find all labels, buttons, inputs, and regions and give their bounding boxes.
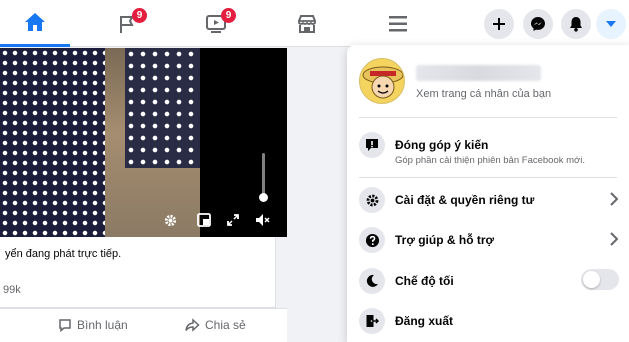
chevron-right-icon — [610, 232, 619, 246]
fullscreen-button[interactable] — [224, 211, 242, 229]
help-icon-circle — [359, 227, 385, 253]
settings-privacy-item[interactable]: Cài đặt & quyền riêng tư — [359, 182, 621, 218]
home-tab[interactable] — [0, 0, 70, 47]
feedback-subtitle: Góp phần cải thiện phiên bản Facebook mớ… — [395, 155, 586, 166]
share-icon — [185, 318, 200, 332]
home-icon — [25, 13, 45, 31]
dark-mode-icon-circle — [359, 268, 385, 294]
share-label: Chia sẻ — [205, 318, 246, 332]
dark-mode-item[interactable]: Chế độ tối — [359, 263, 621, 299]
feedback-item[interactable]: Đóng góp ý kiến Góp phần cải thiện phiên… — [359, 127, 621, 166]
marketplace-tab[interactable] — [272, 0, 342, 47]
video-frame-fabric — [125, 48, 200, 168]
video-frame-dark — [200, 48, 287, 237]
logout-item[interactable]: Đăng xuất — [359, 303, 621, 339]
notifications-button[interactable] — [561, 9, 591, 39]
divider — [359, 117, 617, 118]
share-button[interactable]: Chia sẻ — [185, 318, 246, 332]
menu-tab[interactable] — [363, 0, 433, 47]
messenger-button[interactable] — [523, 9, 553, 39]
reaction-count[interactable]: 99k — [3, 284, 21, 296]
account-caret-icon — [606, 21, 616, 27]
account-dropdown-menu: Xem trang cá nhân của bạn Đóng góp ý kiế… — [347, 45, 629, 342]
pages-tab[interactable]: 9 — [92, 0, 162, 47]
settings-privacy-label: Cài đặt & quyền riêng tư — [395, 193, 535, 207]
question-mark-icon — [365, 233, 379, 247]
plus-icon — [493, 18, 505, 30]
fullscreen-icon — [227, 214, 239, 226]
miniplayer-button[interactable] — [195, 211, 213, 229]
feed-post: yển đang phát trực tiếp. 99k — [0, 48, 287, 308]
menu-icon — [389, 15, 407, 31]
watch-tab[interactable]: 9 — [181, 0, 251, 47]
profile-name-redacted — [416, 65, 541, 81]
moon-icon — [366, 274, 378, 287]
live-video[interactable] — [0, 48, 287, 237]
avatar — [359, 58, 405, 104]
divider — [359, 177, 617, 178]
avatar-cartoon-icon — [362, 66, 404, 99]
post-caption: yển đang phát trực tiếp. — [5, 248, 122, 260]
help-support-label: Trợ giúp & hỗ trợ — [395, 233, 495, 247]
chevron-right-icon — [610, 192, 619, 206]
feedback-label: Đóng góp ý kiến — [395, 138, 489, 152]
volume-slider-handle[interactable] — [259, 193, 268, 202]
feedback-exclamation-icon — [366, 139, 378, 151]
dark-mode-label: Chế độ tối — [395, 274, 454, 288]
video-settings-button[interactable] — [161, 211, 179, 229]
feedback-icon-circle — [359, 132, 385, 158]
help-support-item[interactable]: Trợ giúp & hỗ trợ — [359, 222, 621, 258]
dark-mode-toggle[interactable] — [581, 269, 619, 290]
comment-label: Bình luận — [77, 318, 128, 332]
comment-button[interactable]: Bình luận — [58, 318, 128, 332]
notification-count-badge: 9 — [221, 8, 236, 23]
video-frame-fabric — [0, 48, 105, 237]
post-actions-bar: Bình luận Chia sẻ — [0, 308, 287, 342]
logout-icon-circle — [359, 308, 385, 334]
notification-count-badge: 9 — [132, 8, 147, 23]
notifications-bell-icon — [570, 17, 582, 32]
gear-icon — [366, 194, 378, 206]
top-navigation-bar: 9 9 — [0, 0, 629, 47]
mute-button[interactable] — [254, 211, 272, 229]
logout-label: Đăng xuất — [395, 314, 454, 328]
gear-icon — [164, 214, 176, 226]
miniplayer-icon — [197, 213, 211, 227]
volume-slider[interactable] — [262, 153, 265, 198]
marketplace-icon — [298, 14, 316, 33]
logout-door-icon — [366, 315, 379, 327]
create-button[interactable] — [484, 9, 514, 39]
settings-icon-circle — [359, 187, 385, 213]
speaker-muted-icon — [256, 214, 270, 226]
profile-link[interactable]: Xem trang cá nhân của bạn — [359, 55, 621, 107]
toggle-knob — [583, 271, 600, 288]
messenger-icon — [531, 17, 545, 31]
comment-icon — [59, 319, 71, 332]
account-button[interactable] — [596, 9, 626, 39]
profile-subtitle: Xem trang cá nhân của bạn — [416, 88, 552, 100]
